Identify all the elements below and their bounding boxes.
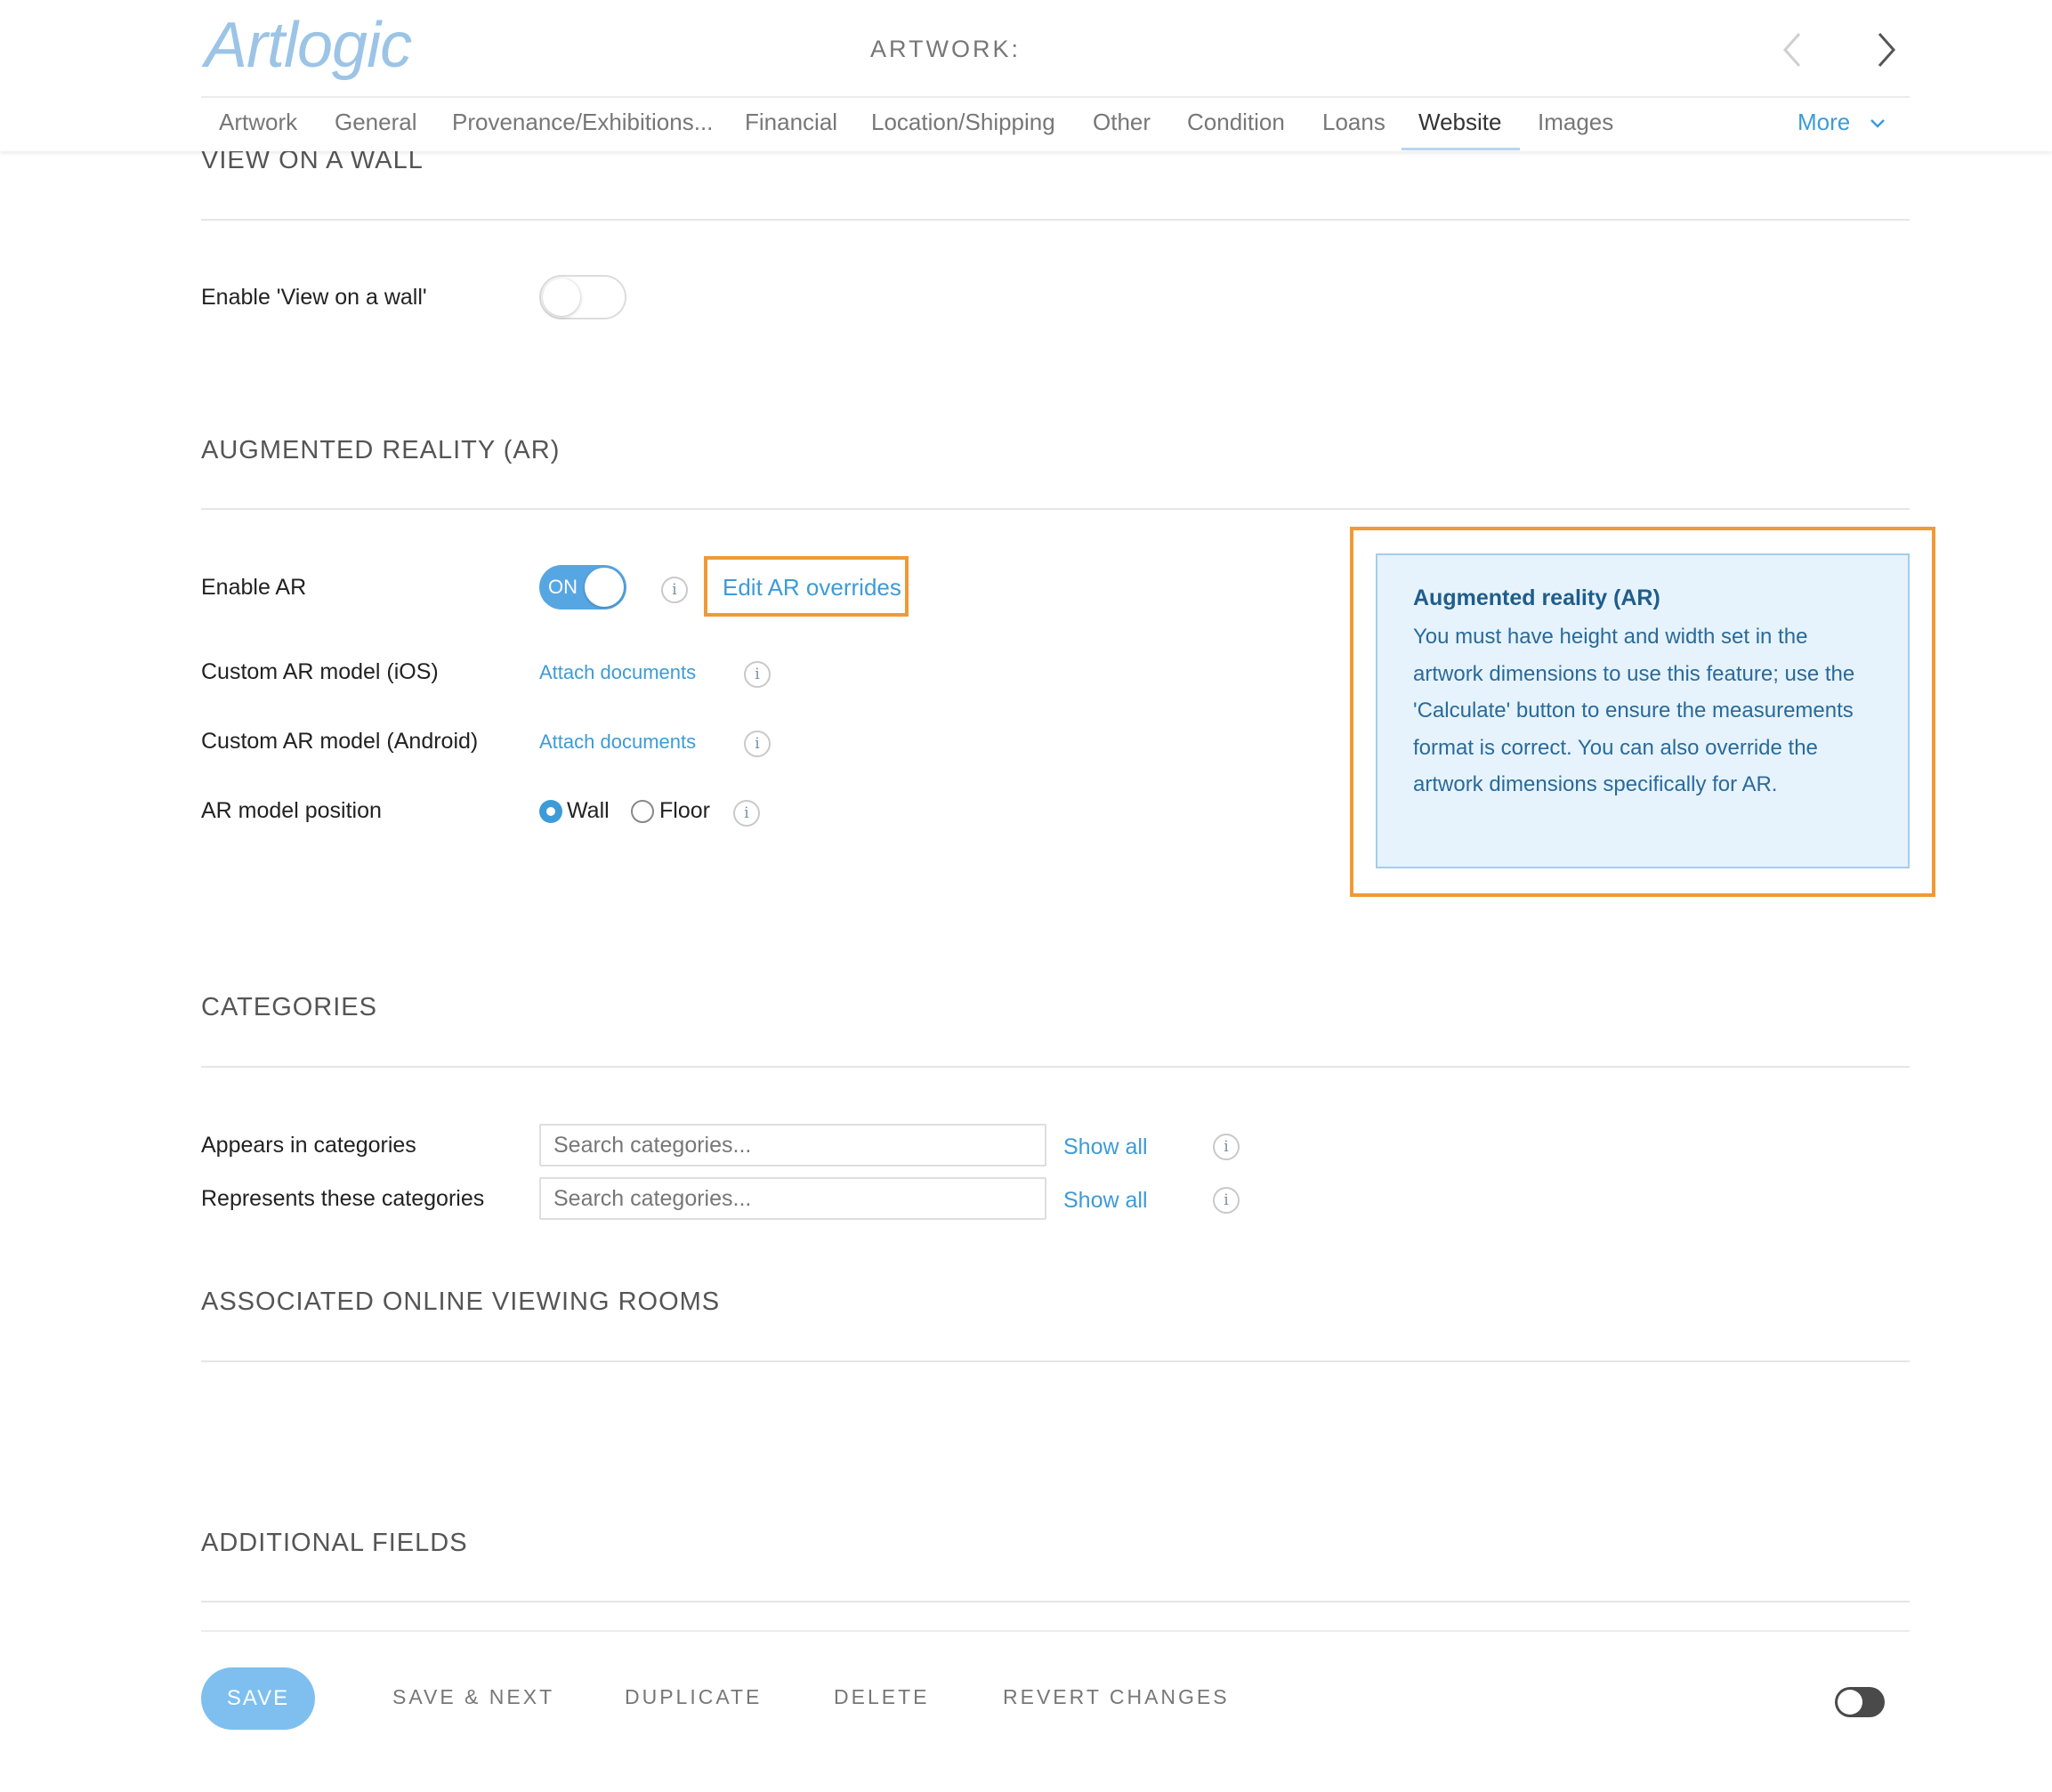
enable-ar-label: Enable AR xyxy=(201,575,307,600)
info-icon[interactable]: i xyxy=(744,661,771,688)
attach-documents-android-link[interactable]: Attach documents xyxy=(539,731,696,754)
revert-changes-button[interactable]: REVERT CHANGES xyxy=(1003,1685,1230,1709)
previous-arrow-icon[interactable] xyxy=(1771,25,1815,75)
section-title-categories: CATEGORIES xyxy=(201,993,377,1021)
top-header: Artlogic ARTWORK: Artwork General Proven… xyxy=(0,0,2052,151)
more-label: More xyxy=(1798,109,1851,135)
section-title-additional-fields: ADDITIONAL FIELDS xyxy=(201,1529,468,1557)
duplicate-button[interactable]: DUPLICATE xyxy=(625,1685,762,1709)
represents-categories-label: Represents these categories xyxy=(201,1186,485,1211)
section-divider xyxy=(201,1601,1910,1602)
custom-ar-ios-label: Custom AR model (iOS) xyxy=(201,659,439,684)
info-icon[interactable]: i xyxy=(744,731,771,757)
tab-condition[interactable]: Condition xyxy=(1187,109,1285,136)
save-button[interactable]: SAVE xyxy=(201,1667,315,1730)
tab-other[interactable]: Other xyxy=(1093,109,1151,136)
enable-ar-toggle[interactable]: ON xyxy=(539,565,626,609)
section-title-viewing-rooms: ASSOCIATED ONLINE VIEWING ROOMS xyxy=(201,1287,721,1316)
tab-financial[interactable]: Financial xyxy=(745,109,837,136)
tab-general[interactable]: General xyxy=(335,109,417,136)
tab-website[interactable]: Website xyxy=(1418,109,1501,136)
more-menu[interactable]: More xyxy=(1798,109,1886,136)
info-box-body: You must have height and width set in th… xyxy=(1413,625,1855,796)
active-tab-indicator xyxy=(1402,148,1520,150)
info-icon[interactable]: i xyxy=(1213,1134,1240,1160)
radio-wall[interactable] xyxy=(539,800,562,823)
tab-provenance[interactable]: Provenance/Exhibitions... xyxy=(452,109,713,136)
section-divider xyxy=(201,219,1910,221)
edit-ar-overrides-link[interactable]: Edit AR overrides xyxy=(723,574,901,601)
radio-floor-label[interactable]: Floor xyxy=(659,798,710,824)
radio-floor[interactable] xyxy=(631,800,654,823)
footer-divider xyxy=(201,1630,1910,1632)
info-box-title: Augmented reality (AR) xyxy=(1413,585,1660,610)
info-icon[interactable]: i xyxy=(661,577,688,603)
appears-in-categories-label: Appears in categories xyxy=(201,1133,416,1158)
section-divider xyxy=(201,1360,1910,1362)
footer-toggle[interactable] xyxy=(1835,1687,1885,1717)
info-icon[interactable]: i xyxy=(733,800,760,827)
section-divider xyxy=(201,508,1910,510)
enable-view-on-wall-label: Enable 'View on a wall' xyxy=(201,285,427,310)
ar-model-position-label: AR model position xyxy=(201,798,382,823)
show-all-link[interactable]: Show all xyxy=(1063,1188,1148,1214)
represents-categories-search-input[interactable] xyxy=(539,1177,1046,1220)
chevron-down-icon xyxy=(1870,119,1886,128)
artwork-title: ARTWORK: xyxy=(870,36,1022,62)
tab-loans[interactable]: Loans xyxy=(1322,109,1386,136)
header-divider xyxy=(201,96,1910,98)
artlogic-logo[interactable]: Artlogic xyxy=(205,9,412,82)
attach-documents-ios-link[interactable]: Attach documents xyxy=(539,661,696,684)
appears-in-categories-search-input[interactable] xyxy=(539,1124,1046,1166)
view-on-wall-toggle[interactable] xyxy=(539,275,626,319)
radio-wall-label[interactable]: Wall xyxy=(567,798,610,824)
save-and-next-button[interactable]: SAVE & NEXT xyxy=(392,1685,554,1709)
delete-button[interactable]: DELETE xyxy=(834,1685,929,1709)
tab-location[interactable]: Location/Shipping xyxy=(871,109,1055,136)
ar-info-box: Augmented reality (AR) You must have hei… xyxy=(1376,553,1910,868)
info-icon[interactable]: i xyxy=(1213,1187,1240,1214)
tab-artwork[interactable]: Artwork xyxy=(219,109,297,136)
tab-images[interactable]: Images xyxy=(1538,109,1613,136)
next-arrow-icon[interactable] xyxy=(1863,25,1908,75)
section-divider xyxy=(201,1066,1910,1068)
section-title-ar: AUGMENTED REALITY (AR) xyxy=(201,436,561,464)
show-all-link[interactable]: Show all xyxy=(1063,1134,1148,1160)
custom-ar-android-label: Custom AR model (Android) xyxy=(201,729,479,754)
